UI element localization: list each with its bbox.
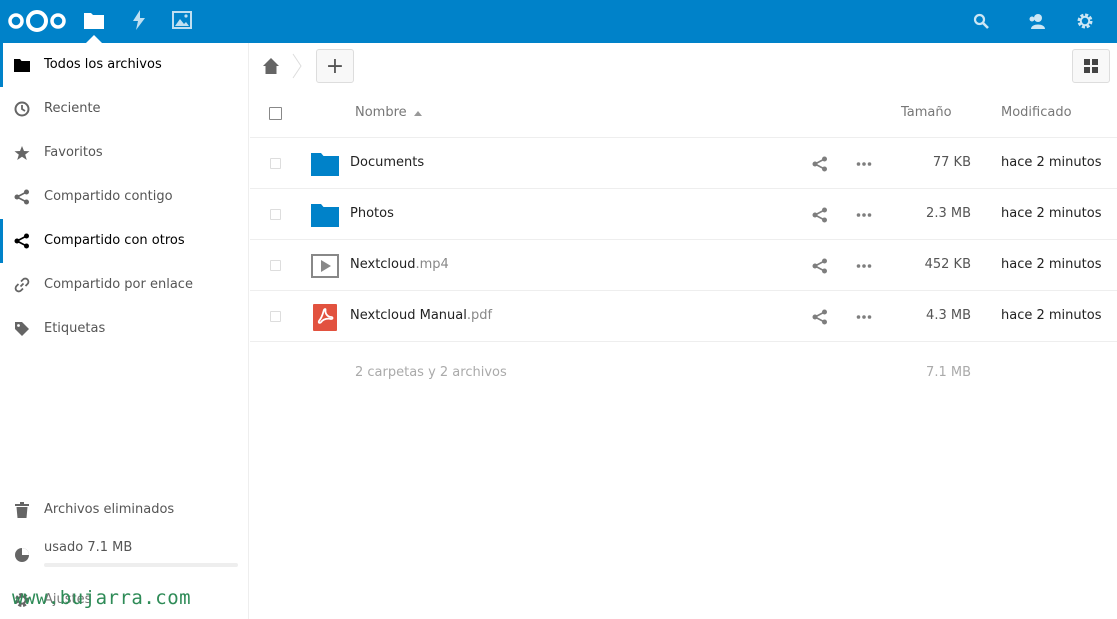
sidebar-item-tags[interactable]: Etiquetas xyxy=(0,307,249,351)
sort-ascending-icon xyxy=(414,111,422,116)
sidebar-item-recent[interactable]: Reciente xyxy=(0,87,249,131)
row-checkbox[interactable] xyxy=(270,311,281,322)
sidebar-item-label: Archivos eliminados xyxy=(44,502,175,517)
contacts-button[interactable] xyxy=(1026,10,1048,32)
app-activity[interactable] xyxy=(127,8,151,32)
quota-bar xyxy=(44,563,238,567)
grid-icon xyxy=(1084,59,1098,73)
file-row[interactable]: Photos 2.3 MB hace 2 minutos xyxy=(250,189,1117,240)
grid-view-button[interactable] xyxy=(1072,49,1110,83)
search-button[interactable] xyxy=(970,10,992,32)
file-size: 77 KB xyxy=(932,155,971,170)
column-header-name[interactable]: Nombre xyxy=(355,105,407,120)
sidebar-item-label: Todos los archivos xyxy=(44,57,162,72)
sidebar: Todos los archivos Reciente Favoritos Co… xyxy=(0,43,249,619)
row-checkbox[interactable] xyxy=(270,260,281,271)
quota-info: usado 7.1 MB xyxy=(0,533,249,563)
sidebar-item-shared-by-link[interactable]: Compartido por enlace xyxy=(0,263,249,307)
link-icon xyxy=(14,277,30,293)
more-options-icon[interactable] xyxy=(856,156,872,172)
file-row[interactable]: Nextcloud Manual.pdf 4.3 MB hace 2 minut… xyxy=(250,291,1117,342)
app-files[interactable] xyxy=(82,8,106,32)
file-name[interactable]: Photos xyxy=(350,206,394,221)
contacts-icon xyxy=(1029,14,1045,29)
file-row[interactable]: Nextcloud.mp4 452 KB hace 2 minutos xyxy=(250,240,1117,291)
video-file-icon xyxy=(311,254,339,278)
select-all-checkbox[interactable] xyxy=(269,107,282,120)
tag-icon xyxy=(14,321,30,337)
file-size: 2.3 MB xyxy=(926,206,971,221)
file-size: 4.3 MB xyxy=(926,308,971,323)
file-row[interactable]: Documents 77 KB hace 2 minutos xyxy=(250,138,1117,189)
sidebar-item-shared-with-others[interactable]: Compartido con otros xyxy=(0,219,249,263)
top-header xyxy=(0,0,1117,43)
folder-icon xyxy=(311,204,339,227)
folder-icon xyxy=(84,13,104,29)
file-size: 452 KB xyxy=(924,257,971,272)
file-modified: hace 2 minutos xyxy=(1001,257,1102,272)
row-checkbox[interactable] xyxy=(270,158,281,169)
clock-icon xyxy=(14,101,30,117)
file-name[interactable]: Nextcloud Manual.pdf xyxy=(350,308,492,323)
sidebar-item-label: Compartido contigo xyxy=(44,189,173,204)
watermark: www.bujarra.com xyxy=(12,587,192,609)
share-icon xyxy=(14,233,30,249)
lightning-icon xyxy=(133,10,145,30)
column-header-modified[interactable]: Modificado xyxy=(1001,105,1072,120)
active-app-indicator xyxy=(86,35,102,43)
pdf-file-icon xyxy=(313,304,337,331)
nextcloud-logo-icon[interactable] xyxy=(6,8,68,34)
sidebar-item-label: Compartido por enlace xyxy=(44,277,193,292)
breadcrumb-separator xyxy=(292,53,302,79)
star-icon xyxy=(14,145,30,161)
file-modified: hace 2 minutos xyxy=(1001,206,1102,221)
sidebar-item-label: Etiquetas xyxy=(44,321,106,336)
share-icon[interactable] xyxy=(812,309,828,325)
file-name[interactable]: Nextcloud.mp4 xyxy=(350,257,449,272)
home-icon[interactable] xyxy=(262,57,280,75)
image-icon xyxy=(172,11,192,29)
file-name[interactable]: Documents xyxy=(350,155,424,170)
row-checkbox[interactable] xyxy=(270,209,281,220)
share-icon xyxy=(14,189,30,205)
gear-icon xyxy=(1077,13,1093,29)
share-icon[interactable] xyxy=(812,258,828,274)
folder-icon xyxy=(14,57,30,73)
sidebar-item-favorites[interactable]: Favoritos xyxy=(0,131,249,175)
summary-total-size: 7.1 MB xyxy=(926,365,971,380)
trash-icon xyxy=(14,502,30,518)
settings-button[interactable] xyxy=(1074,10,1096,32)
pie-chart-icon xyxy=(14,547,30,563)
search-icon xyxy=(973,13,989,29)
summary-count: 2 carpetas y 2 archivos xyxy=(355,365,507,380)
sidebar-item-label: Compartido con otros xyxy=(44,233,185,248)
sidebar-item-label: Favoritos xyxy=(44,145,103,160)
quota-label: usado 7.1 MB xyxy=(44,540,133,555)
app-gallery[interactable] xyxy=(170,8,194,32)
sidebar-item-all-files[interactable]: Todos los archivos xyxy=(0,43,249,87)
more-options-icon[interactable] xyxy=(856,207,872,223)
more-options-icon[interactable] xyxy=(856,258,872,274)
main-content: + Nombre Tamaño Modificado Documents 77 … xyxy=(250,43,1117,619)
file-summary: 2 carpetas y 2 archivos 7.1 MB xyxy=(250,363,1117,383)
more-options-icon[interactable] xyxy=(856,309,872,325)
file-modified: hace 2 minutos xyxy=(1001,155,1102,170)
share-icon[interactable] xyxy=(812,207,828,223)
folder-icon xyxy=(311,153,339,176)
sidebar-item-deleted-files[interactable]: Archivos eliminados xyxy=(0,488,249,532)
new-button[interactable]: + xyxy=(316,49,354,83)
sidebar-item-label: Reciente xyxy=(44,101,101,116)
file-modified: hace 2 minutos xyxy=(1001,308,1102,323)
sidebar-item-shared-with-you[interactable]: Compartido contigo xyxy=(0,175,249,219)
share-icon[interactable] xyxy=(812,156,828,172)
file-table-header: Nombre Tamaño Modificado xyxy=(250,89,1117,138)
column-header-size[interactable]: Tamaño xyxy=(901,105,952,120)
